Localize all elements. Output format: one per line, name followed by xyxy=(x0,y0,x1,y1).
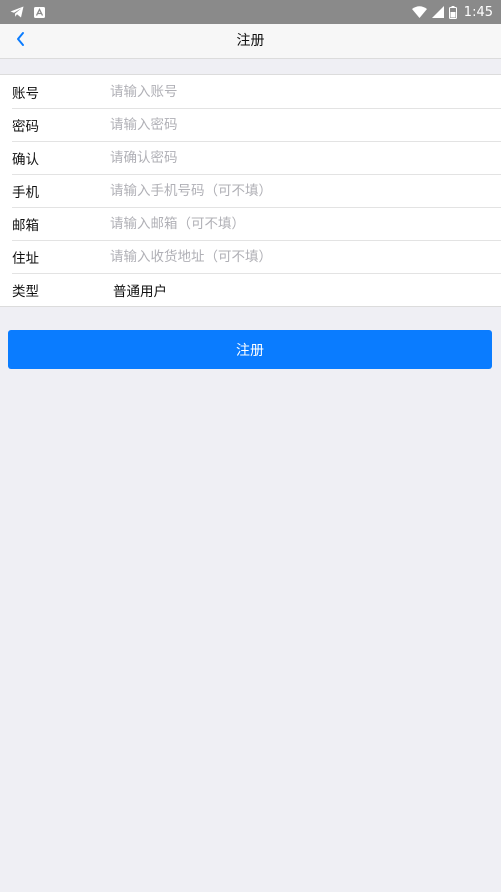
form-row-type: 类型 普通用户 xyxy=(0,273,501,306)
password-input[interactable] xyxy=(108,112,491,137)
email-input[interactable] xyxy=(108,211,491,236)
user-type-select[interactable]: 普通用户 xyxy=(113,280,167,300)
status-bar: 1:45 xyxy=(0,0,501,24)
chevron-left-icon xyxy=(15,31,25,51)
password-label: 密码 xyxy=(12,118,39,135)
page-title: 注册 xyxy=(236,33,265,49)
account-label: 账号 xyxy=(12,85,39,102)
account-input[interactable] xyxy=(108,79,491,104)
register-button[interactable]: 注册 xyxy=(8,330,492,369)
form-row-account: 账号 xyxy=(0,75,501,108)
address-input[interactable] xyxy=(108,244,491,269)
telegram-icon xyxy=(10,6,24,18)
register-form: 账号 密码 确认 手机 邮箱 住址 类型 普通用户 xyxy=(0,74,501,307)
type-label: 类型 xyxy=(12,283,39,300)
nav-bar: 注册 xyxy=(0,24,501,59)
phone-label: 手机 xyxy=(12,184,39,201)
form-row-address: 住址 xyxy=(0,240,501,273)
battery-icon xyxy=(448,5,457,19)
confirm-label: 确认 xyxy=(12,151,39,168)
form-row-password: 密码 xyxy=(0,108,501,141)
back-button[interactable] xyxy=(6,24,34,58)
status-time: 1:45 xyxy=(463,4,493,20)
email-label: 邮箱 xyxy=(12,217,39,234)
form-row-confirm: 确认 xyxy=(0,141,501,174)
form-row-phone: 手机 xyxy=(0,174,501,207)
address-label: 住址 xyxy=(12,250,39,267)
notification-a-icon xyxy=(34,6,45,18)
status-left xyxy=(10,6,45,18)
wifi-icon xyxy=(411,6,427,18)
cell-signal-icon xyxy=(431,6,444,18)
status-right: 1:45 xyxy=(411,4,493,20)
phone-input[interactable] xyxy=(108,178,491,203)
form-row-email: 邮箱 xyxy=(0,207,501,240)
confirm-password-input[interactable] xyxy=(108,145,491,170)
